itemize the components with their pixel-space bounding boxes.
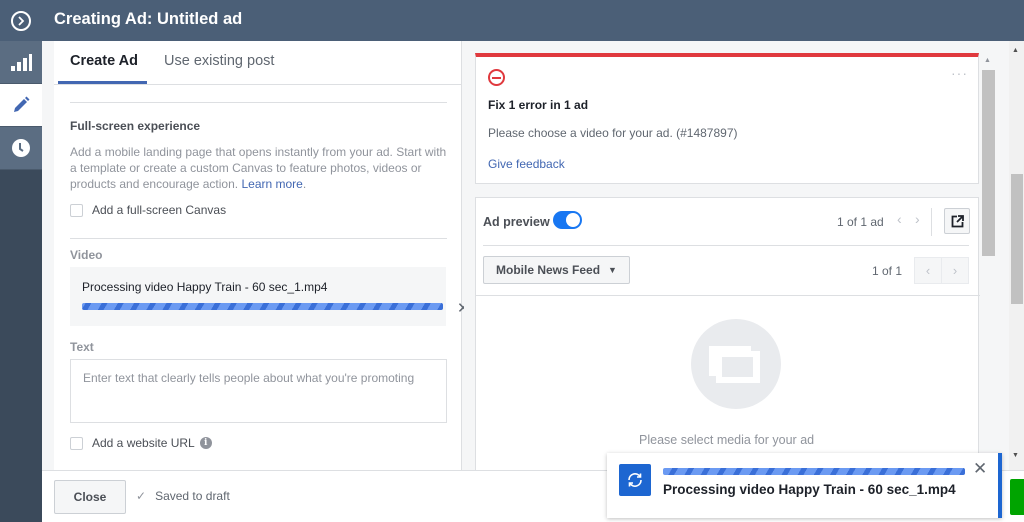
divider bbox=[483, 245, 969, 246]
side-rail bbox=[0, 41, 42, 522]
fullscreen-canvas-label: Add a full-screen Canvas bbox=[92, 203, 227, 217]
placement-dropdown[interactable]: Mobile News Feed ▼ bbox=[483, 256, 630, 284]
active-tab-indicator bbox=[58, 81, 147, 84]
save-status: ✓ Saved to draft bbox=[136, 489, 230, 503]
fullscreen-canvas-checkbox[interactable] bbox=[70, 203, 83, 217]
toast-message: Processing video Happy Train - 60 sec_1.… bbox=[663, 482, 956, 497]
save-status-text: Saved to draft bbox=[155, 489, 230, 503]
checkmark-icon: ✓ bbox=[136, 489, 147, 503]
video-section-label: Video bbox=[70, 248, 103, 262]
ad-editor-panel: Create Ad Use existing post Full-screen … bbox=[42, 41, 470, 470]
website-url-option[interactable]: Add a website URL i bbox=[70, 436, 212, 450]
external-link-icon bbox=[951, 214, 964, 227]
rail-item-performance[interactable] bbox=[0, 41, 42, 84]
video-upload-box: Processing video Happy Train - 60 sec_1.… bbox=[70, 267, 446, 326]
ad-text-input[interactable]: Enter text that clearly tells people abo… bbox=[70, 359, 447, 423]
next-ad-button[interactable]: › bbox=[915, 211, 920, 227]
upload-toast: Processing video Happy Train - 60 sec_1.… bbox=[607, 453, 1002, 518]
ad-count: 1 of 1 ad bbox=[837, 215, 884, 229]
error-card: ··· Fix 1 error in 1 ad Please choose a … bbox=[475, 53, 979, 184]
give-feedback-link[interactable]: Give feedback bbox=[488, 157, 565, 171]
tab-create-ad[interactable]: Create Ad bbox=[70, 53, 138, 69]
prev-ad-button[interactable]: ‹ bbox=[897, 211, 902, 227]
info-icon[interactable]: i bbox=[199, 437, 212, 449]
error-icon bbox=[488, 69, 505, 86]
fullscreen-section-title: Full-screen experience bbox=[70, 119, 201, 133]
title-bar: Creating Ad: Untitled ad bbox=[0, 0, 1024, 41]
video-progress-bar bbox=[82, 303, 443, 310]
scrollbar-thumb[interactable] bbox=[982, 70, 995, 256]
toast-progress-bar bbox=[663, 468, 965, 475]
ad-preview-card: Ad preview 1 of 1 ad ‹ › Mobile News Fee… bbox=[475, 197, 980, 470]
divider bbox=[70, 102, 447, 103]
page-scrollbar[interactable]: ▲ ▼ bbox=[1009, 41, 1024, 470]
ad-preview-toggle[interactable] bbox=[553, 211, 582, 229]
website-url-label: Add a website URL bbox=[92, 436, 195, 450]
close-button[interactable]: Close bbox=[54, 480, 126, 514]
next-placement-button[interactable]: › bbox=[942, 258, 968, 283]
bar-chart-icon bbox=[11, 54, 32, 71]
fullscreen-description: Add a mobile landing page that opens ins… bbox=[70, 145, 447, 191]
scroll-down-arrow-icon[interactable]: ▼ bbox=[1012, 452, 1019, 459]
rail-item-history[interactable] bbox=[0, 127, 42, 170]
media-placeholder-icon bbox=[691, 319, 781, 409]
editor-tabs: Create Ad Use existing post bbox=[54, 41, 462, 85]
scrollbar-thumb[interactable] bbox=[1011, 174, 1023, 304]
divider bbox=[476, 295, 980, 296]
website-url-checkbox[interactable] bbox=[70, 436, 83, 450]
video-processing-text: Processing video Happy Train - 60 sec_1.… bbox=[82, 280, 328, 294]
clock-icon bbox=[12, 139, 30, 157]
placement-pager: ‹ › bbox=[914, 257, 969, 284]
publish-button[interactable] bbox=[1010, 479, 1024, 515]
placement-value: Mobile News Feed bbox=[496, 263, 601, 277]
page-title: Creating Ad: Untitled ad bbox=[54, 10, 243, 28]
chevron-right-circle-icon bbox=[11, 10, 31, 31]
prev-placement-button[interactable]: ‹ bbox=[915, 258, 942, 283]
expand-sidebar-button[interactable] bbox=[0, 0, 42, 41]
open-preview-external-button[interactable] bbox=[944, 208, 970, 234]
pencil-icon bbox=[14, 96, 30, 112]
rail-item-edit[interactable] bbox=[0, 84, 42, 127]
error-title: Fix 1 error in 1 ad bbox=[488, 98, 589, 112]
caret-down-icon: ▼ bbox=[608, 265, 617, 275]
more-options-button[interactable]: ··· bbox=[951, 65, 968, 81]
empty-preview-message: Please select media for your ad bbox=[639, 433, 815, 447]
close-toast-button[interactable]: ✕ bbox=[973, 459, 987, 479]
preview-scrollbar[interactable]: ▲ bbox=[982, 53, 995, 470]
placement-count: 1 of 1 bbox=[872, 264, 903, 278]
fullscreen-canvas-option[interactable]: Add a full-screen Canvas bbox=[70, 203, 226, 217]
divider bbox=[70, 238, 447, 239]
tab-use-existing-post[interactable]: Use existing post bbox=[164, 53, 274, 69]
refresh-icon bbox=[619, 464, 651, 496]
scroll-up-arrow-icon[interactable]: ▲ bbox=[984, 57, 991, 64]
scroll-up-arrow-icon[interactable]: ▲ bbox=[1012, 47, 1019, 54]
divider bbox=[931, 208, 932, 236]
error-message: Please choose a video for your ad. (#148… bbox=[488, 126, 738, 140]
learn-more-link[interactable]: Learn more bbox=[241, 177, 302, 191]
ad-editor-card: Create Ad Use existing post Full-screen … bbox=[54, 41, 470, 470]
review-panel: ··· Fix 1 error in 1 ad Please choose a … bbox=[464, 41, 1009, 470]
text-section-label: Text bbox=[70, 340, 94, 354]
ad-preview-label: Ad preview bbox=[483, 215, 550, 229]
